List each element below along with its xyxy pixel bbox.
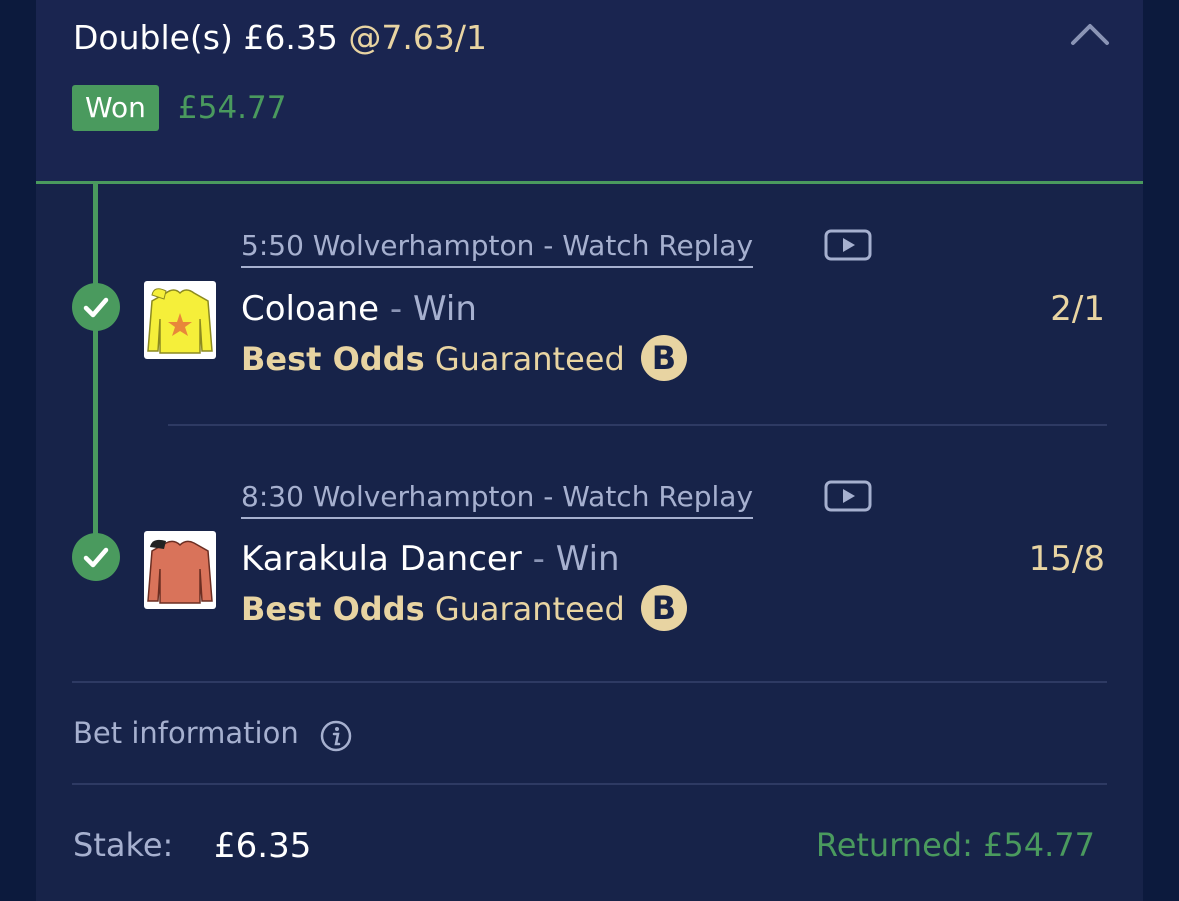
stake-value: £6.35 — [214, 826, 312, 866]
returned-amount: Returned: £54.77 — [815, 826, 1095, 864]
status-badge: Won — [72, 85, 159, 131]
best-odds-guaranteed: Best Odds Guaranteed B — [241, 585, 687, 634]
bet-card: Double(s) £6.35 @7.63/1 Won £54.77 5:50 … — [36, 0, 1143, 901]
stake-label: Stake: — [73, 826, 174, 864]
horse-name: Karakula Dancer — [241, 539, 522, 579]
divider — [168, 424, 1107, 426]
bet-title: Double(s) £6.35 @7.63/1 — [73, 18, 487, 57]
separator: - — [389, 289, 403, 329]
bog-text: Guaranteed — [434, 340, 625, 378]
selection-price: 2/1 — [1050, 289, 1105, 329]
check-icon — [72, 283, 120, 331]
best-odds-guaranteed: Best Odds Guaranteed B — [241, 335, 687, 384]
divider — [72, 783, 1107, 785]
timeline-line — [93, 181, 98, 556]
winnings-amount: £54.77 — [178, 90, 287, 126]
bog-bold-text: Best Odds — [241, 590, 425, 628]
race-replay-link[interactable]: 5:50 Wolverhampton - Watch Replay — [241, 229, 754, 268]
selection-name: Karakula Dancer - Win — [241, 539, 620, 579]
bog-badge-icon: B — [640, 585, 687, 631]
bet-header[interactable]: Double(s) £6.35 @7.63/1 Won £54.77 — [36, 0, 1143, 184]
chevron-up-icon[interactable] — [1070, 22, 1110, 46]
play-icon[interactable] — [824, 229, 872, 261]
selection-price: 15/8 — [1028, 539, 1105, 579]
bog-text: Guaranteed — [434, 590, 625, 628]
bog-badge-icon: B — [640, 335, 687, 381]
bet-type-stake: Double(s) £6.35 — [73, 18, 338, 57]
horse-name: Coloane — [241, 289, 380, 329]
bet-information-link[interactable]: Bet information — [73, 716, 299, 750]
separator: - — [532, 539, 545, 579]
bet-odds: @7.63/1 — [348, 18, 487, 57]
market-name: Win — [413, 289, 477, 329]
market-name: Win — [555, 539, 620, 579]
info-icon[interactable] — [320, 720, 352, 752]
bog-bold-text: Best Odds — [241, 340, 425, 378]
selection-name: Coloane - Win — [241, 289, 477, 329]
divider — [72, 681, 1107, 683]
play-icon[interactable] — [824, 480, 872, 512]
check-icon — [72, 533, 120, 581]
race-replay-link[interactable]: 8:30 Wolverhampton - Watch Replay — [241, 480, 754, 519]
jockey-silk-icon — [144, 281, 216, 359]
jockey-silk-icon — [144, 531, 216, 609]
